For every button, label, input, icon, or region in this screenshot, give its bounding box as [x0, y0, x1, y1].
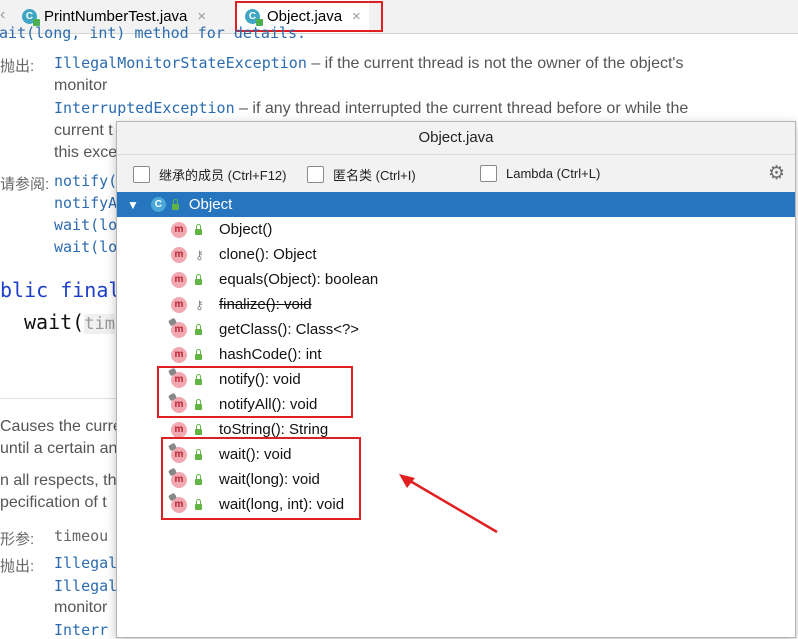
exception-desc: – if any thread interrupted the current … [239, 100, 689, 117]
close-icon[interactable]: × [197, 8, 206, 25]
annotation-box-wait [161, 437, 361, 520]
method-icon: m [171, 296, 187, 313]
method-signature: blic final [0, 278, 121, 302]
filter-lambda[interactable]: Lambda (Ctrl+L) [480, 165, 600, 182]
doc-paragraph: pecification of t [0, 494, 107, 511]
throws-label: 抛出: [0, 558, 35, 575]
filter-inherited-members[interactable]: 继承的成员 (Ctrl+F12) [133, 165, 286, 184]
see-link[interactable]: wait(lo [54, 216, 117, 234]
doc-paragraph: until a certain an [0, 440, 118, 457]
exception-desc-cont: this exce [54, 144, 118, 161]
member-label: finalize(): void [219, 296, 312, 313]
exception-desc-cont: monitor [54, 77, 108, 94]
param-name: timeou [54, 527, 109, 545]
params-label: 形参: [0, 531, 35, 548]
exception-entry: InterruptedException – if any thread int… [54, 99, 688, 118]
checkbox[interactable] [480, 165, 497, 182]
file-structure-popup: Object.java 继承的成员 (Ctrl+F12) 匿名类 (Ctrl+I… [116, 121, 796, 638]
exception-desc-cont: current t [54, 122, 113, 139]
checkbox[interactable] [133, 166, 150, 183]
exception-link[interactable]: IllegalMonitorStateException [54, 54, 307, 72]
see-also-label: 请参阅: [0, 176, 50, 193]
exception-desc-cont: monitor [54, 599, 108, 616]
member-item[interactable]: m Object() [117, 217, 795, 242]
filter-label: 匿名类 (Ctrl+I) [333, 168, 416, 183]
member-label: toString(): String [219, 421, 329, 438]
member-item[interactable]: m equals(Object): boolean [117, 267, 795, 292]
public-lock-icon [171, 198, 179, 210]
scroll-left-icon[interactable]: ‹ [0, 6, 5, 24]
doc-paragraph: Causes the curre [0, 418, 122, 435]
method-icon: m [171, 221, 187, 238]
checkbox[interactable] [307, 166, 324, 183]
tree-root-label: Object [188, 196, 233, 213]
see-link[interactable]: notify( [54, 172, 117, 190]
method-icon: m [171, 271, 187, 288]
protected-key-icon: ⚷ [195, 297, 204, 312]
public-lock-icon [195, 423, 205, 435]
member-item[interactable]: m hashCode(): int [117, 342, 795, 367]
member-item[interactable]: m ⚷ clone(): Object [117, 242, 795, 267]
method-icon: m [171, 346, 187, 363]
filter-anonymous-classes[interactable]: 匿名类 (Ctrl+I) [307, 165, 416, 184]
filter-label: Lambda (Ctrl+L) [506, 166, 601, 181]
class-icon: C [150, 197, 166, 212]
exception-link[interactable]: Interr [54, 621, 108, 639]
divider [0, 398, 116, 399]
public-lock-icon [195, 273, 205, 285]
method-name: wait( [24, 310, 85, 334]
method-icon: m [171, 246, 187, 263]
see-link[interactable]: wait(lo [54, 238, 117, 256]
member-label: Object() [219, 221, 273, 238]
exception-entry: IllegalMonitorStateException – if the cu… [54, 54, 683, 73]
class-icon: C [22, 9, 40, 26]
member-label: equals(Object): boolean [219, 271, 379, 288]
exception-link[interactable]: Illegal [54, 554, 117, 572]
chevron-down-icon[interactable]: ▼ [127, 198, 139, 212]
throws-label: 抛出: [0, 58, 35, 75]
method-icon: m [167, 317, 187, 338]
member-item[interactable]: m ⚷ finalize(): void [117, 292, 795, 317]
member-label: getClass(): Class<?> [219, 321, 360, 338]
tab-label: PrintNumberTest.java [44, 8, 188, 25]
protected-key-icon: ⚷ [195, 247, 204, 262]
public-lock-icon [195, 323, 205, 335]
gear-icon[interactable]: ⚙ [768, 162, 785, 185]
parameter-hint: tim [84, 314, 115, 334]
filter-label: 继承的成员 (Ctrl+F12) [159, 168, 287, 183]
method-icon: m [171, 421, 187, 438]
see-link[interactable]: notifyA [54, 194, 117, 212]
annotation-box-notify [157, 366, 353, 418]
public-lock-icon [195, 348, 205, 360]
method-signature-line: wait(tim [24, 310, 115, 334]
public-lock-icon [195, 223, 205, 235]
tree-root-object[interactable]: ▼ C Object [117, 192, 795, 217]
doc-paragraph: n all respects, th [0, 472, 117, 489]
popup-title: Object.java [117, 122, 795, 155]
exception-link[interactable]: InterruptedException [54, 99, 235, 117]
member-item[interactable]: m getClass(): Class<?> [117, 317, 795, 342]
annotation-arrow [399, 474, 498, 534]
exception-link[interactable]: Illegal [54, 577, 117, 595]
exception-desc: – if the current thread is not the owner… [311, 55, 684, 72]
member-label: clone(): Object [219, 246, 317, 263]
member-label: hashCode(): int [219, 346, 322, 363]
filter-bar: 继承的成员 (Ctrl+F12) 匿名类 (Ctrl+I) Lambda (Ct… [117, 155, 795, 194]
doc-fragment: wait(long, int) method for details. [0, 24, 307, 42]
